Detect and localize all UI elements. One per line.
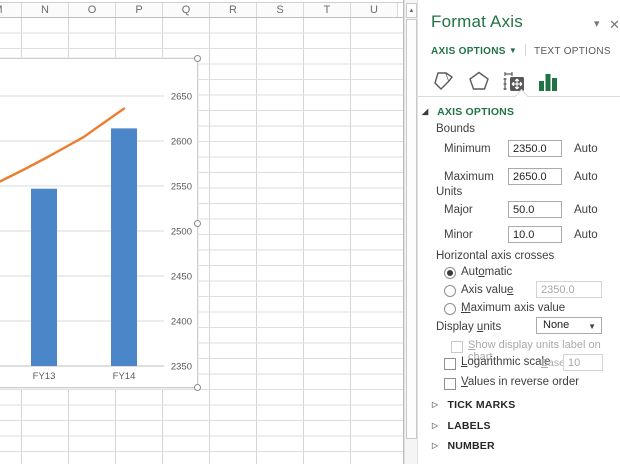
chart-resize-handle-bottom-right[interactable] [194, 384, 201, 391]
display-units-dropdown[interactable]: None ▼ [536, 317, 602, 334]
major-auto-button[interactable]: Auto [574, 204, 598, 216]
column-header-P[interactable]: P [116, 3, 163, 17]
category-axis-label: FY14 [113, 371, 136, 382]
vertical-scrollbar[interactable]: ▲ [404, 0, 417, 464]
minor-input[interactable] [508, 226, 562, 243]
logarithmic-scale-label[interactable]: Logarithmic scale [461, 356, 551, 368]
section-labels[interactable]: ▷ LABELS [432, 420, 491, 432]
value-axis-tick-label: 2350 [171, 362, 192, 373]
chart-resize-handle-top-right[interactable] [194, 55, 201, 62]
expand-triangle-icon: ▷ [432, 400, 438, 409]
chart-resize-handle-middle-right[interactable] [194, 220, 201, 227]
values-in-reverse-order-checkbox[interactable] [444, 378, 456, 390]
collapse-triangle-icon: ◢ [422, 107, 428, 116]
column-header-M[interactable]: M [0, 3, 22, 17]
value-axis-tick-label: 2400 [171, 317, 192, 328]
section-number[interactable]: ▷ NUMBER [432, 440, 495, 452]
minimum-label: Minimum [444, 143, 491, 155]
display-units-label: Display units [436, 321, 501, 333]
axis-value-input[interactable] [536, 281, 602, 298]
minimum-input[interactable] [508, 140, 562, 157]
scroll-up-icon[interactable]: ▲ [406, 3, 417, 18]
excel-window: MNOPQRSTU 2350 2400 2450 2500 2550 2600 2650 FY… [0, 0, 620, 464]
pane-title: Format Axis [431, 12, 523, 32]
display-units-value: None [543, 319, 569, 331]
column-header-O[interactable]: O [69, 3, 116, 17]
tab-text-options[interactable]: TEXT OPTIONS [534, 46, 611, 57]
column-header-U[interactable]: U [351, 3, 398, 17]
combo-chart[interactable]: 2350 2400 2450 2500 2550 2600 2650 FY13 FY14 [0, 59, 199, 389]
pane-options-dropdown-icon[interactable]: ▾ [594, 17, 600, 30]
column-header-S[interactable]: S [257, 3, 304, 17]
horizontal-axis-crosses-label: Horizontal axis crosses [436, 250, 554, 262]
worksheet[interactable]: MNOPQRSTU 2350 2400 2450 2500 2550 2600 2650 FY… [0, 0, 405, 464]
expand-triangle-icon: ▷ [432, 441, 438, 450]
value-axis-tick-label: 2450 [171, 272, 192, 283]
logarithmic-scale-checkbox[interactable] [444, 358, 456, 370]
pane-close-icon[interactable]: ✕ [609, 17, 620, 33]
value-axis-tick-label: 2500 [171, 227, 192, 238]
bar-FY14[interactable] [111, 128, 137, 366]
base-input[interactable] [563, 354, 603, 371]
axis-value-radio[interactable] [444, 285, 456, 297]
major-label: Major [444, 204, 473, 216]
column-header-Q[interactable]: Q [163, 3, 210, 17]
format-axis-pane: Format Axis ▾ ✕ AXIS OPTIONS ▼ TEXT OPTIO… [417, 0, 620, 464]
column-header-row: MNOPQRSTU [0, 3, 405, 17]
category-axis-label: FY13 [33, 371, 56, 382]
column-header-T[interactable]: T [304, 3, 351, 17]
axis-value-radio-label[interactable]: Axis value [461, 284, 513, 296]
value-axis-tick-label: 2650 [171, 92, 192, 103]
scrollbar-thumb[interactable] [406, 19, 417, 439]
effects-icon[interactable] [467, 69, 491, 93]
column-header-N[interactable]: N [22, 3, 69, 17]
base-label: Base [541, 357, 565, 369]
minimum-auto-button[interactable]: Auto [574, 143, 598, 155]
pane-tabs: AXIS OPTIONS ▼ TEXT OPTIONS [431, 44, 611, 57]
expand-triangle-icon: ▷ [432, 421, 438, 430]
chevron-down-icon: ▼ [509, 46, 517, 55]
value-axis-tick-label: 2550 [171, 182, 192, 193]
tab-separator [525, 44, 526, 56]
tab-axis-options[interactable]: AXIS OPTIONS ▼ [431, 46, 517, 57]
maximum-axis-value-radio-label[interactable]: Maximum axis value [461, 302, 565, 314]
dropdown-arrow-icon: ▼ [588, 319, 596, 334]
bounds-label: Bounds [436, 123, 475, 135]
values-in-reverse-order-label[interactable]: Values in reverse order [461, 376, 579, 388]
line-series[interactable] [0, 109, 124, 192]
chart-object[interactable]: 2350 2400 2450 2500 2550 2600 2650 FY13 FY14 [0, 58, 198, 388]
section-tick-marks[interactable]: ▷ TICK MARKS [432, 399, 515, 411]
fill-line-icon[interactable] [432, 69, 456, 93]
maximum-label: Maximum [444, 171, 494, 183]
maximum-input[interactable] [508, 168, 562, 185]
show-display-units-checkbox[interactable] [451, 341, 463, 353]
axis-options-chart-icon[interactable] [537, 69, 559, 93]
bar-FY13[interactable] [31, 189, 57, 366]
pane-icon-tabs [432, 63, 559, 93]
column-header-R[interactable]: R [210, 3, 257, 17]
section-axis-options[interactable]: ◢ AXIS OPTIONS [422, 106, 514, 118]
minor-label: Minor [444, 229, 473, 241]
maximum-axis-value-radio[interactable] [444, 303, 456, 315]
automatic-radio[interactable] [444, 267, 456, 279]
automatic-radio-label[interactable]: Automatic [461, 266, 512, 278]
units-label: Units [436, 186, 462, 198]
value-axis-tick-label: 2600 [171, 137, 192, 148]
maximum-auto-button[interactable]: Auto [574, 171, 598, 183]
major-input[interactable] [508, 201, 562, 218]
minor-auto-button[interactable]: Auto [574, 229, 598, 241]
